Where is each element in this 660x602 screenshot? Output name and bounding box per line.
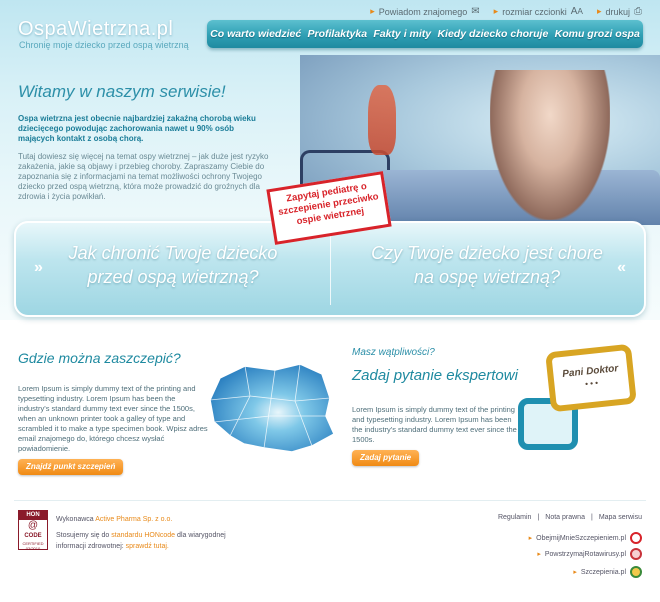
- printer-icon: ⎙: [634, 6, 642, 17]
- hon-statement: Stosujemy się do standardu HONcode dla w…: [56, 530, 236, 552]
- chevron-left-icon: «: [617, 259, 626, 276]
- footer-link-nota-prawna[interactable]: Nota prawna: [545, 514, 585, 521]
- bullet-icon: ▸: [573, 569, 577, 576]
- expert-heading: Zadaj pytanie ekspertowi: [352, 367, 518, 384]
- bullet-icon: ▸: [493, 6, 499, 16]
- producer-line: Wykonawca Active Pharma Sp. z o.o.: [56, 514, 172, 525]
- ask-question-button[interactable]: Zadaj pytanie: [352, 450, 420, 466]
- print-label: drukuj: [605, 6, 630, 17]
- expert-text: Lorem Ipsum is simply dummy text of the …: [352, 405, 517, 444]
- hon-code-badge[interactable]: HON @ CODE CERTIFIED 03/2010: [18, 510, 48, 551]
- print-link[interactable]: ▸ drukuj ⎙: [597, 6, 642, 17]
- font-size-link[interactable]: ▸ rozmiar czcionki AA: [494, 6, 583, 17]
- footer-divider: [14, 500, 646, 501]
- footer-links: Regulamin | Nota prawna | Mapa serwisu: [498, 514, 642, 521]
- hon-verify-link[interactable]: sprawdź tutaj.: [126, 543, 169, 550]
- nav-item-komu-grozi-ospa[interactable]: Komu grozi ospa: [555, 28, 640, 40]
- hon-badge-at-icon: @: [27, 520, 39, 531]
- producer-link[interactable]: Active Pharma Sp. z o.o.: [95, 516, 172, 523]
- recommend-label: Powiadom znajomego: [378, 6, 468, 17]
- partner-label: ObejmijMnieSzczepieniem.pl: [536, 534, 626, 542]
- hon-text-1: Stosujemy się do: [56, 532, 110, 539]
- vaccinate-heading: Gdzie można zaszczepić?: [18, 350, 181, 366]
- protect-child-label: Jak chronić Twoje dziecko przed ospą wie…: [68, 243, 278, 287]
- page: OspaWietrzna.pl Chronię moje dziecko prz…: [0, 0, 660, 602]
- partner-label: PowstrzymajRotawirusy.pl: [544, 550, 626, 558]
- footer-link-regulamin[interactable]: Regulamin: [498, 514, 531, 521]
- bullet-icon: ▸: [596, 6, 602, 16]
- site-tagline: Chronię moje dziecko przed ospą wietrzną: [19, 40, 189, 50]
- partner-logo-icon: [630, 532, 642, 544]
- poland-map[interactable]: [200, 356, 340, 456]
- footer-separator: |: [537, 514, 540, 521]
- vaccinate-text: Lorem Ipsum is simply dummy text of the …: [18, 384, 208, 453]
- nav-item-co-warto-wiedziec[interactable]: Co warto wiedzieć: [210, 28, 301, 40]
- partner-link-szczepienia[interactable]: ▸ Szczepienia.pl: [573, 566, 642, 578]
- bullet-icon: ▸: [370, 6, 375, 16]
- hon-standard-link[interactable]: standardu HONcode: [111, 532, 175, 539]
- recommend-link[interactable]: ▸ Powiadom znajomego ✉: [370, 6, 479, 17]
- partner-link-obejmij[interactable]: ▸ ObejmijMnieSzczepieniem.pl: [529, 532, 642, 544]
- partner-logo-icon: [630, 548, 642, 560]
- producer-prefix: Wykonawca: [56, 516, 94, 523]
- nav-item-kiedy-dziecko-choruje[interactable]: Kiedy dziecko choruje: [437, 28, 548, 40]
- main-nav: Co warto wiedzieć Profilaktyka Fakty i m…: [207, 20, 643, 48]
- intro-text: Tutaj dowiesz się więcej na temat ospy w…: [18, 152, 269, 201]
- find-vaccination-point-button[interactable]: Znajdź punkt szczepień: [18, 459, 124, 475]
- doctor-bubble[interactable]: Pani Doktor • • •: [545, 343, 637, 413]
- partner-logo-icon: [630, 566, 642, 578]
- map-country-shape: [209, 363, 335, 453]
- font-size-icon: AA: [570, 6, 583, 17]
- font-size-label: rozmiar czcionki: [502, 6, 567, 17]
- partner-link-rotawirusy[interactable]: ▸ PowstrzymajRotawirusy.pl: [537, 548, 642, 560]
- hon-badge-bottom: CERTIFIED 03/2010: [22, 541, 44, 551]
- hon-badge-top: HON: [19, 511, 47, 520]
- nav-item-profilaktyka[interactable]: Profilaktyka: [308, 28, 368, 40]
- welcome-heading: Witamy w naszym serwisie!: [18, 82, 226, 101]
- hon-badge-mid: CODE: [24, 533, 42, 539]
- child-sick-label: Czy Twoje dziecko jest chore na ospę wie…: [371, 243, 603, 287]
- expert-kicker: Masz wątpliwości?: [352, 347, 435, 358]
- toy-shape: [368, 85, 396, 155]
- mother-shape: [490, 70, 610, 220]
- site-logo[interactable]: OspaWietrzna.pl: [18, 18, 173, 41]
- intro-bold-text: Ospa wietrzna jest obecnie najbardziej z…: [18, 114, 256, 143]
- top-links: ▸ Powiadom znajomego ✉ ▸ rozmiar czcionk…: [370, 6, 642, 17]
- footer-link-mapa-serwisu[interactable]: Mapa serwisu: [599, 514, 642, 521]
- nav-item-fakty-i-mity[interactable]: Fakty i mity: [373, 28, 431, 40]
- footer-separator: |: [590, 514, 593, 521]
- bullet-icon: ▸: [537, 551, 541, 558]
- bullet-icon: ▸: [528, 535, 533, 542]
- child-sick-link[interactable]: Czy Twoje dziecko jest chore na ospę wie…: [330, 223, 644, 315]
- envelope-icon: ✉: [471, 6, 480, 17]
- partner-label: Szczepienia.pl: [580, 568, 626, 576]
